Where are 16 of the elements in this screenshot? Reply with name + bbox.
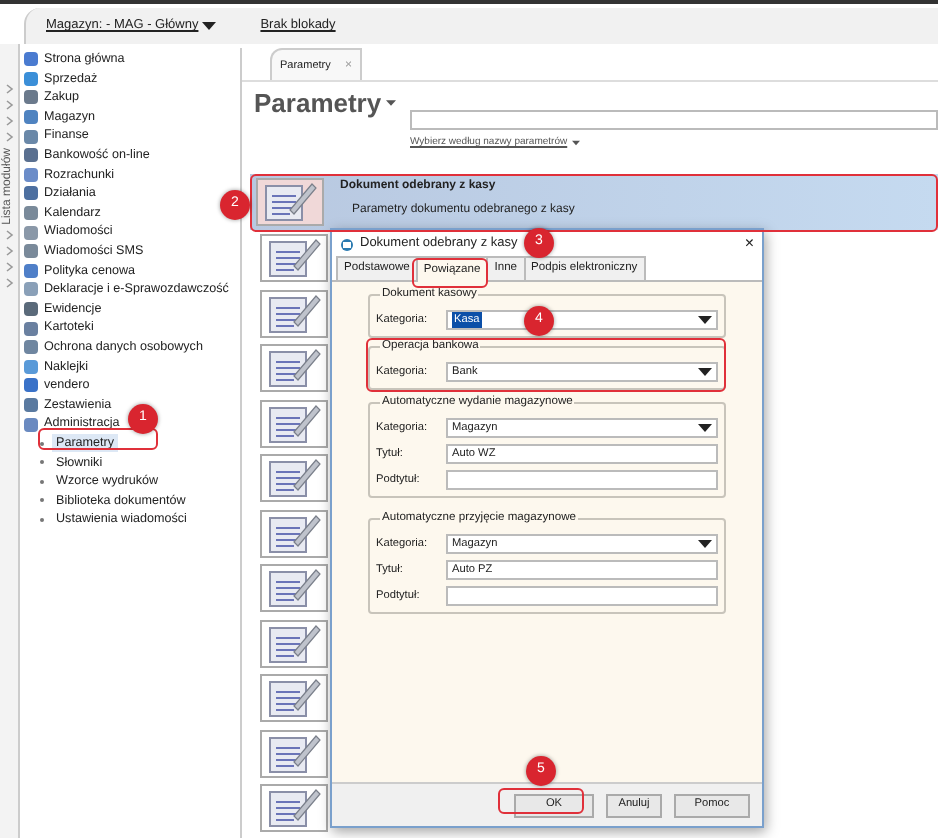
highlight-outline (498, 788, 584, 814)
caret-icon (698, 368, 712, 376)
close-button[interactable]: × (744, 232, 754, 256)
caret-icon (571, 140, 580, 147)
search-field[interactable] (410, 110, 938, 130)
caret-icon (385, 100, 396, 107)
input-field[interactable] (446, 470, 718, 490)
highlight-outline (412, 258, 488, 288)
app-icon (340, 237, 354, 251)
caret-icon (698, 540, 712, 548)
input-field[interactable] (446, 586, 718, 606)
caret-icon (698, 424, 712, 432)
page-heading[interactable]: Parametry (254, 84, 396, 123)
document-icon (256, 178, 324, 226)
caret-icon (202, 22, 217, 30)
caret-icon (698, 316, 712, 324)
